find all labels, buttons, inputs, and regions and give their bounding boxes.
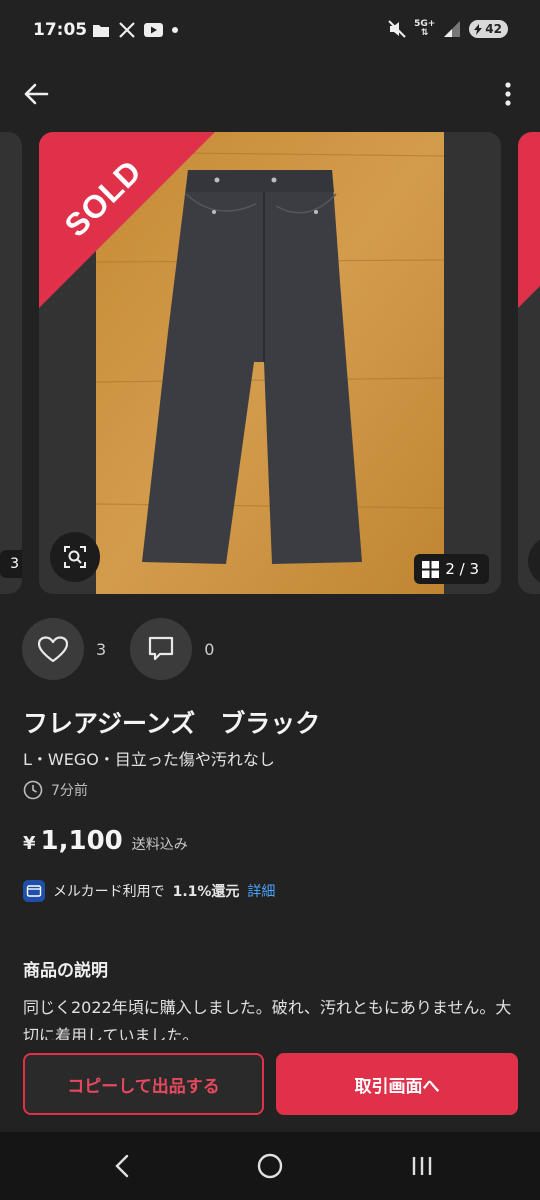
recents-icon (412, 1157, 432, 1175)
card-promo-detail-link[interactable]: 詳細 (247, 881, 275, 901)
nav-home-button[interactable] (240, 1146, 300, 1186)
bottom-action-bar: コピーして出品する 取引画面へ (0, 1040, 540, 1132)
back-button[interactable] (16, 74, 56, 114)
app-header (0, 62, 540, 126)
item-attributes: L・WEGO・目立った傷や汚れなし (23, 750, 275, 769)
card-icon (23, 880, 45, 902)
transaction-screen-button[interactable]: 取引画面へ (276, 1053, 518, 1115)
youtube-icon (144, 23, 163, 37)
price-row: ¥ 1,100 送料込み (23, 826, 188, 856)
card-promo-rate: 1.1%還元 (172, 884, 240, 900)
comment-button[interactable] (130, 618, 193, 680)
next-sold-ribbon (518, 132, 540, 308)
previous-image-card[interactable]: 3 (0, 132, 22, 594)
system-nav-bar (0, 1132, 540, 1200)
data-arrows-icon: ⇅ (420, 28, 429, 38)
description-body: 同じく2022年頃に購入しました。破れ、汚れともにありません。大切に着用していま… (23, 998, 512, 1040)
image-search-button[interactable] (50, 532, 100, 582)
comment-count: 0 (204, 639, 215, 659)
shipping-note: 送料込み (131, 837, 188, 853)
image-counter-badge: 2 / 3 (414, 554, 489, 584)
price: 1,100 (40, 826, 123, 856)
mute-icon (388, 20, 406, 38)
posted-time: 7分前 (51, 783, 88, 799)
next-image-search-button (528, 536, 540, 586)
comment-icon (149, 636, 174, 661)
more-menu-button[interactable] (496, 74, 520, 114)
status-notification-icons (92, 22, 178, 38)
like-button[interactable] (22, 618, 84, 680)
comment-group: 0 (130, 618, 214, 680)
status-time: 17:05 (33, 20, 88, 40)
battery-bolt-icon (474, 23, 483, 35)
home-circle-icon (257, 1153, 283, 1179)
chevron-left-icon (115, 1154, 129, 1178)
copy-listing-button[interactable]: コピーして出品する (23, 1053, 264, 1115)
currency-symbol: ¥ (23, 833, 36, 854)
more-vertical-icon (505, 82, 511, 106)
battery-indicator: 42 (469, 20, 508, 38)
arrow-left-icon (24, 83, 49, 105)
card-promo-text: メルカード利用で (53, 884, 165, 900)
image-counter: 2 / 3 (445, 560, 479, 578)
image-search-icon (64, 546, 86, 568)
like-count: 3 (96, 639, 107, 659)
nav-back-button[interactable] (92, 1146, 152, 1186)
status-bar: 17:05 5G+ ⇅ 42 (0, 0, 540, 62)
network-indicator: 5G+ ⇅ (414, 20, 435, 38)
x-logo-icon (119, 22, 135, 38)
main-image-card[interactable]: SOLD 2 / 3 (39, 132, 501, 594)
heart-icon (38, 635, 68, 662)
previous-image-counter: 3 (0, 550, 22, 578)
status-system-icons: 5G+ ⇅ 42 (388, 20, 508, 38)
clock-icon (23, 780, 43, 800)
image-carousel[interactable]: 3 SOLD 2 / 3 (0, 132, 540, 594)
folder-icon (93, 24, 109, 37)
action-row: 3 0 (22, 618, 214, 680)
card-promo-row: メルカード利用で 1.1%還元 詳細 (23, 880, 275, 902)
dot-icon (172, 27, 178, 33)
battery-level: 42 (485, 22, 502, 36)
signal-icon (444, 21, 461, 37)
item-title: フレアジーンズ ブラック (23, 709, 321, 738)
posted-time-row: 7分前 (23, 780, 88, 800)
grid-icon (422, 560, 440, 578)
nav-recents-button[interactable] (392, 1146, 452, 1186)
next-image-card[interactable] (518, 132, 540, 594)
description-title: 商品の説明 (23, 961, 108, 981)
